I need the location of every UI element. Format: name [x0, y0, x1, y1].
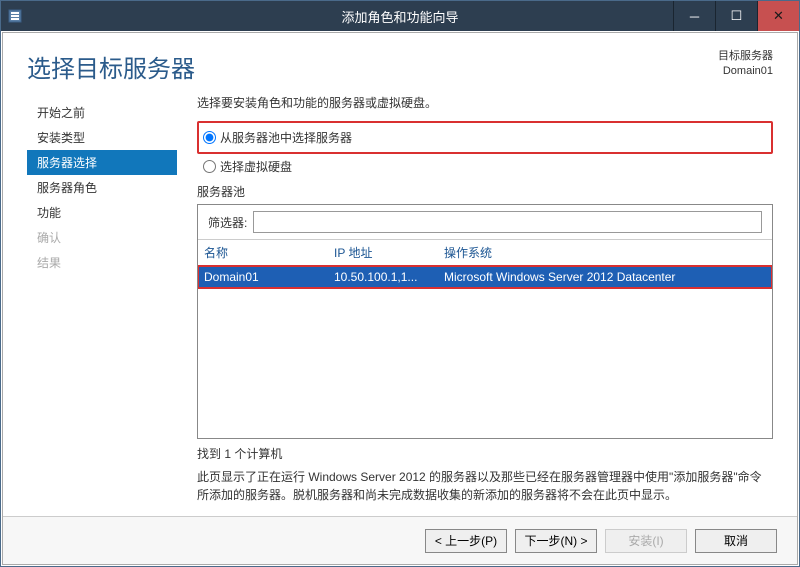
col-ip[interactable]: IP 地址: [328, 240, 438, 265]
radio-option-vhd[interactable]: 选择虚拟硬盘: [203, 158, 773, 175]
col-name[interactable]: 名称: [198, 240, 328, 265]
sidebar-item-server-roles[interactable]: 服务器角色: [27, 175, 177, 200]
sidebar-item-before-you-begin[interactable]: 开始之前: [27, 100, 177, 125]
radio-pool-input[interactable]: [203, 131, 216, 144]
filter-label: 筛选器:: [208, 214, 247, 231]
sidebar-item-installation-type[interactable]: 安装类型: [27, 125, 177, 150]
install-button: 安装(I): [605, 529, 687, 553]
summary-text: 找到 1 个计算机: [197, 445, 773, 462]
cell-ip: 10.50.100.1,1...: [328, 266, 438, 288]
radio-pool-label: 从服务器池中选择服务器: [220, 129, 352, 146]
radio-vhd-label: 选择虚拟硬盘: [220, 158, 292, 175]
wizard-window: 添加角色和功能向导 ─ ☐ ✕ 选择目标服务器 目标服务器 Domain01 开…: [0, 0, 800, 567]
sidebar-item-server-selection[interactable]: 服务器选择: [27, 150, 177, 175]
server-table: 名称 IP 地址 操作系统 Domain01 10.50.100.1,1... …: [198, 239, 772, 438]
radio-highlight-pool: 从服务器池中选择服务器: [197, 121, 773, 154]
meta-label: 目标服务器: [718, 49, 773, 64]
window-controls: ─ ☐ ✕: [673, 1, 799, 31]
app-icon: [1, 9, 29, 23]
content: 选择目标服务器 目标服务器 Domain01 开始之前 安装类型 服务器选择 服…: [2, 32, 798, 565]
radio-option-pool[interactable]: 从服务器池中选择服务器: [203, 129, 763, 146]
sidebar-item-confirmation: 确认: [27, 225, 177, 250]
close-button[interactable]: ✕: [757, 1, 799, 31]
previous-button[interactable]: < 上一步(P): [425, 529, 507, 553]
filter-row: 筛选器:: [198, 205, 772, 239]
sidebar-item-results: 结果: [27, 250, 177, 275]
table-row[interactable]: Domain01 10.50.100.1,1... Microsoft Wind…: [198, 266, 772, 288]
wizard-header: 选择目标服务器 目标服务器 Domain01: [3, 33, 797, 94]
main-panel: 选择要安装角色和功能的服务器或虚拟硬盘。 从服务器池中选择服务器 选择虚拟硬盘 …: [177, 94, 773, 504]
description-note: 此页显示了正在运行 Windows Server 2012 的服务器以及那些已经…: [197, 468, 773, 504]
sidebar-item-features[interactable]: 功能: [27, 200, 177, 225]
cell-os: Microsoft Windows Server 2012 Datacenter: [438, 266, 772, 288]
target-server-meta: 目标服务器 Domain01: [718, 49, 773, 80]
window-title: 添加角色和功能向导: [341, 7, 458, 26]
radio-vhd-input[interactable]: [203, 160, 216, 173]
col-os[interactable]: 操作系统: [438, 240, 772, 265]
cell-name: Domain01: [198, 266, 328, 288]
meta-value: Domain01: [718, 64, 773, 79]
page-title: 选择目标服务器: [27, 49, 195, 84]
maximize-button[interactable]: ☐: [715, 1, 757, 31]
filter-input[interactable]: [253, 211, 762, 233]
wizard-sidebar: 开始之前 安装类型 服务器选择 服务器角色 功能 确认 结果: [27, 94, 177, 504]
minimize-button[interactable]: ─: [673, 1, 715, 31]
wizard-body: 开始之前 安装类型 服务器选择 服务器角色 功能 确认 结果 选择要安装角色和功…: [3, 94, 797, 516]
server-pool: 筛选器: 名称 IP 地址 操作系统 Domain01 10.50.100.1,…: [197, 204, 773, 439]
titlebar: 添加角色和功能向导 ─ ☐ ✕: [1, 1, 799, 31]
table-header: 名称 IP 地址 操作系统: [198, 240, 772, 266]
pool-section-label: 服务器池: [197, 183, 773, 200]
cancel-button[interactable]: 取消: [695, 529, 777, 553]
wizard-footer: < 上一步(P) 下一步(N) > 安装(I) 取消: [3, 516, 797, 564]
instruction-text: 选择要安装角色和功能的服务器或虚拟硬盘。: [197, 94, 773, 111]
next-button[interactable]: 下一步(N) >: [515, 529, 597, 553]
